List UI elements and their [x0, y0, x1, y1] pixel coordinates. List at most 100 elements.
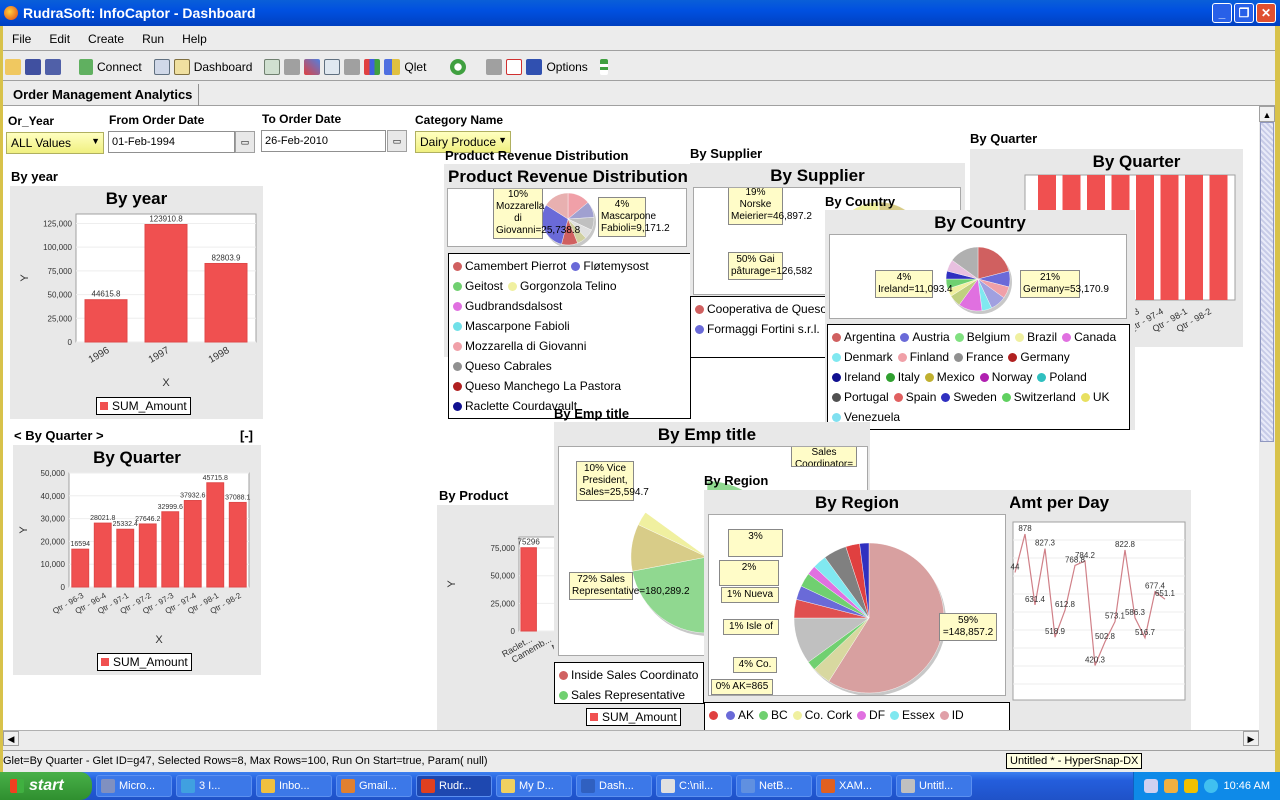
html-icon[interactable]	[526, 58, 543, 75]
pdf-icon[interactable]	[506, 58, 523, 75]
taskbar-button[interactable]: XAM...	[816, 775, 892, 797]
y-tick-label: 100,000	[43, 243, 72, 252]
connect-icon[interactable]	[79, 58, 93, 75]
grid-add-icon[interactable]	[264, 58, 281, 75]
legend-swatch	[897, 352, 907, 362]
start-button[interactable]: start	[0, 772, 92, 800]
minimize-button[interactable]: _	[1212, 3, 1232, 23]
qlet-icon[interactable]	[384, 58, 401, 75]
pie-label: 4% Ireland=11,093.4	[875, 270, 953, 298]
from-date-calendar-button[interactable]: ▭	[235, 131, 255, 153]
taskbar-button[interactable]: Micro...	[96, 775, 172, 797]
x-axis-label: X	[155, 634, 163, 646]
data-label: 822.8	[1115, 540, 1136, 549]
chart-legend: SUM_Amount	[96, 397, 191, 415]
tab-order-management-analytics[interactable]: Order Management Analytics	[7, 84, 200, 106]
menu-run[interactable]: Run	[142, 32, 164, 46]
legend-swatch	[559, 690, 568, 700]
save-icon[interactable]	[25, 58, 41, 75]
legend-label: Italy	[897, 370, 920, 384]
legend-swatch	[1015, 332, 1025, 342]
to-date-input[interactable]: 26-Feb-2010	[261, 130, 386, 152]
tray-icon[interactable]	[1163, 779, 1178, 793]
chevron-down-icon: ▼	[91, 136, 100, 146]
scroll-left-button[interactable]: ◀	[3, 731, 19, 746]
year-filter-select[interactable]: ALL Values ▼	[6, 132, 104, 154]
x-tick-label: 1997	[147, 345, 172, 366]
y-tick-label: 0	[68, 338, 73, 347]
comment-icon[interactable]	[344, 58, 361, 75]
scroll-up-button[interactable]: ▲	[1259, 106, 1275, 122]
taskbar: start Micro... 3 I... Inbo... Gmail... Rudr.…	[0, 772, 1280, 800]
window-title: RudraSoft: InfoCaptor - Dashboard	[23, 5, 256, 21]
tray-icon[interactable]	[1183, 779, 1198, 793]
y-axis-label: Y	[19, 274, 31, 282]
menu-file[interactable]: File	[12, 32, 31, 46]
taskbar-button[interactable]: 3 I...	[176, 775, 252, 797]
by-country-header: By Country	[825, 194, 896, 209]
taskbar-button[interactable]: Rudr...	[416, 775, 492, 797]
network-icon[interactable]	[1203, 779, 1218, 793]
dashboard-icon[interactable]	[173, 58, 190, 75]
data-label: 651.1	[1155, 589, 1176, 598]
new-window-icon[interactable]	[153, 58, 170, 75]
scroll-right-button[interactable]: ▶	[1243, 731, 1259, 746]
vertical-scrollbar[interactable]: ▲	[1259, 106, 1275, 730]
menu-create[interactable]: Create	[88, 32, 124, 46]
collapse-button[interactable]: [-]	[240, 428, 253, 443]
scroll-thumb[interactable]	[1260, 122, 1274, 442]
legend-swatch	[590, 713, 598, 721]
close-button[interactable]: ✕	[1256, 3, 1276, 23]
tree-icon[interactable]	[599, 58, 608, 75]
legend-swatch	[559, 670, 568, 680]
qlet-button[interactable]: Qlet	[404, 60, 426, 74]
legend-item: Ireland	[832, 367, 881, 387]
legend-label: Spain	[905, 390, 937, 404]
windows-logo-icon	[10, 779, 24, 793]
menu-edit[interactable]: Edit	[49, 32, 70, 46]
legend-label: SUM_Amount	[112, 399, 187, 413]
toolbar: Connect Dashboard Qlet Options	[3, 53, 1275, 81]
by-quarter-header[interactable]: < By Quarter >	[14, 428, 104, 443]
app-icon	[501, 779, 515, 793]
tray-icon[interactable]	[1143, 779, 1158, 793]
clock[interactable]: 10:46 AM	[1224, 780, 1270, 792]
legend-item: Switzerland	[1001, 387, 1076, 407]
x-tick-label: 1998	[207, 345, 232, 366]
legend-item: Italy	[885, 367, 920, 387]
legend-label: Poland	[1049, 370, 1087, 384]
taskbar-button[interactable]: Inbo...	[256, 775, 332, 797]
cut-icon[interactable]	[304, 58, 321, 75]
refresh-icon[interactable]	[450, 58, 467, 75]
connect-button[interactable]: Connect	[97, 60, 142, 74]
by-quarter-right-header: By Quarter	[970, 131, 1038, 146]
legend-label: Inside Sales Coordinato	[571, 668, 699, 682]
save-all-icon[interactable]	[45, 58, 61, 75]
from-date-input[interactable]: 01-Feb-1994	[108, 131, 235, 153]
taskbar-button[interactable]: Dash...	[576, 775, 652, 797]
legend-item: DF	[857, 705, 885, 725]
taskbar-button[interactable]: My D...	[496, 775, 572, 797]
to-date-calendar-button[interactable]: ▭	[387, 130, 407, 152]
legend-swatch	[726, 710, 735, 720]
taskbar-button[interactable]: C:\nil...	[656, 775, 732, 797]
legend-label: Austria	[912, 330, 950, 344]
pie-label: 1% Isle of	[723, 619, 779, 635]
taskbar-button[interactable]: Gmail...	[336, 775, 412, 797]
menu-help[interactable]: Help	[182, 32, 207, 46]
options-button[interactable]: Options	[546, 60, 587, 74]
horizontal-scrollbar[interactable]: ◀ ▶	[3, 730, 1259, 746]
taskbar-button[interactable]: NetB...	[736, 775, 812, 797]
chart-legend: SUM_Amount	[97, 653, 192, 671]
bar-chart-icon[interactable]	[364, 58, 381, 75]
open-folder-icon[interactable]	[5, 58, 21, 75]
page-icon[interactable]	[486, 58, 503, 75]
legend-label: Fløtemysost	[583, 259, 649, 273]
restore-button[interactable]: ❐	[1234, 3, 1254, 23]
y-tick-label: 25,000	[491, 599, 516, 608]
form-add-icon[interactable]	[324, 58, 341, 75]
taskbar-button[interactable]: Untitl...	[896, 775, 972, 797]
pie-label: 4% Co.	[733, 657, 777, 673]
dashboard-button[interactable]: Dashboard	[194, 60, 253, 74]
disabled-icon[interactable]	[284, 58, 301, 75]
